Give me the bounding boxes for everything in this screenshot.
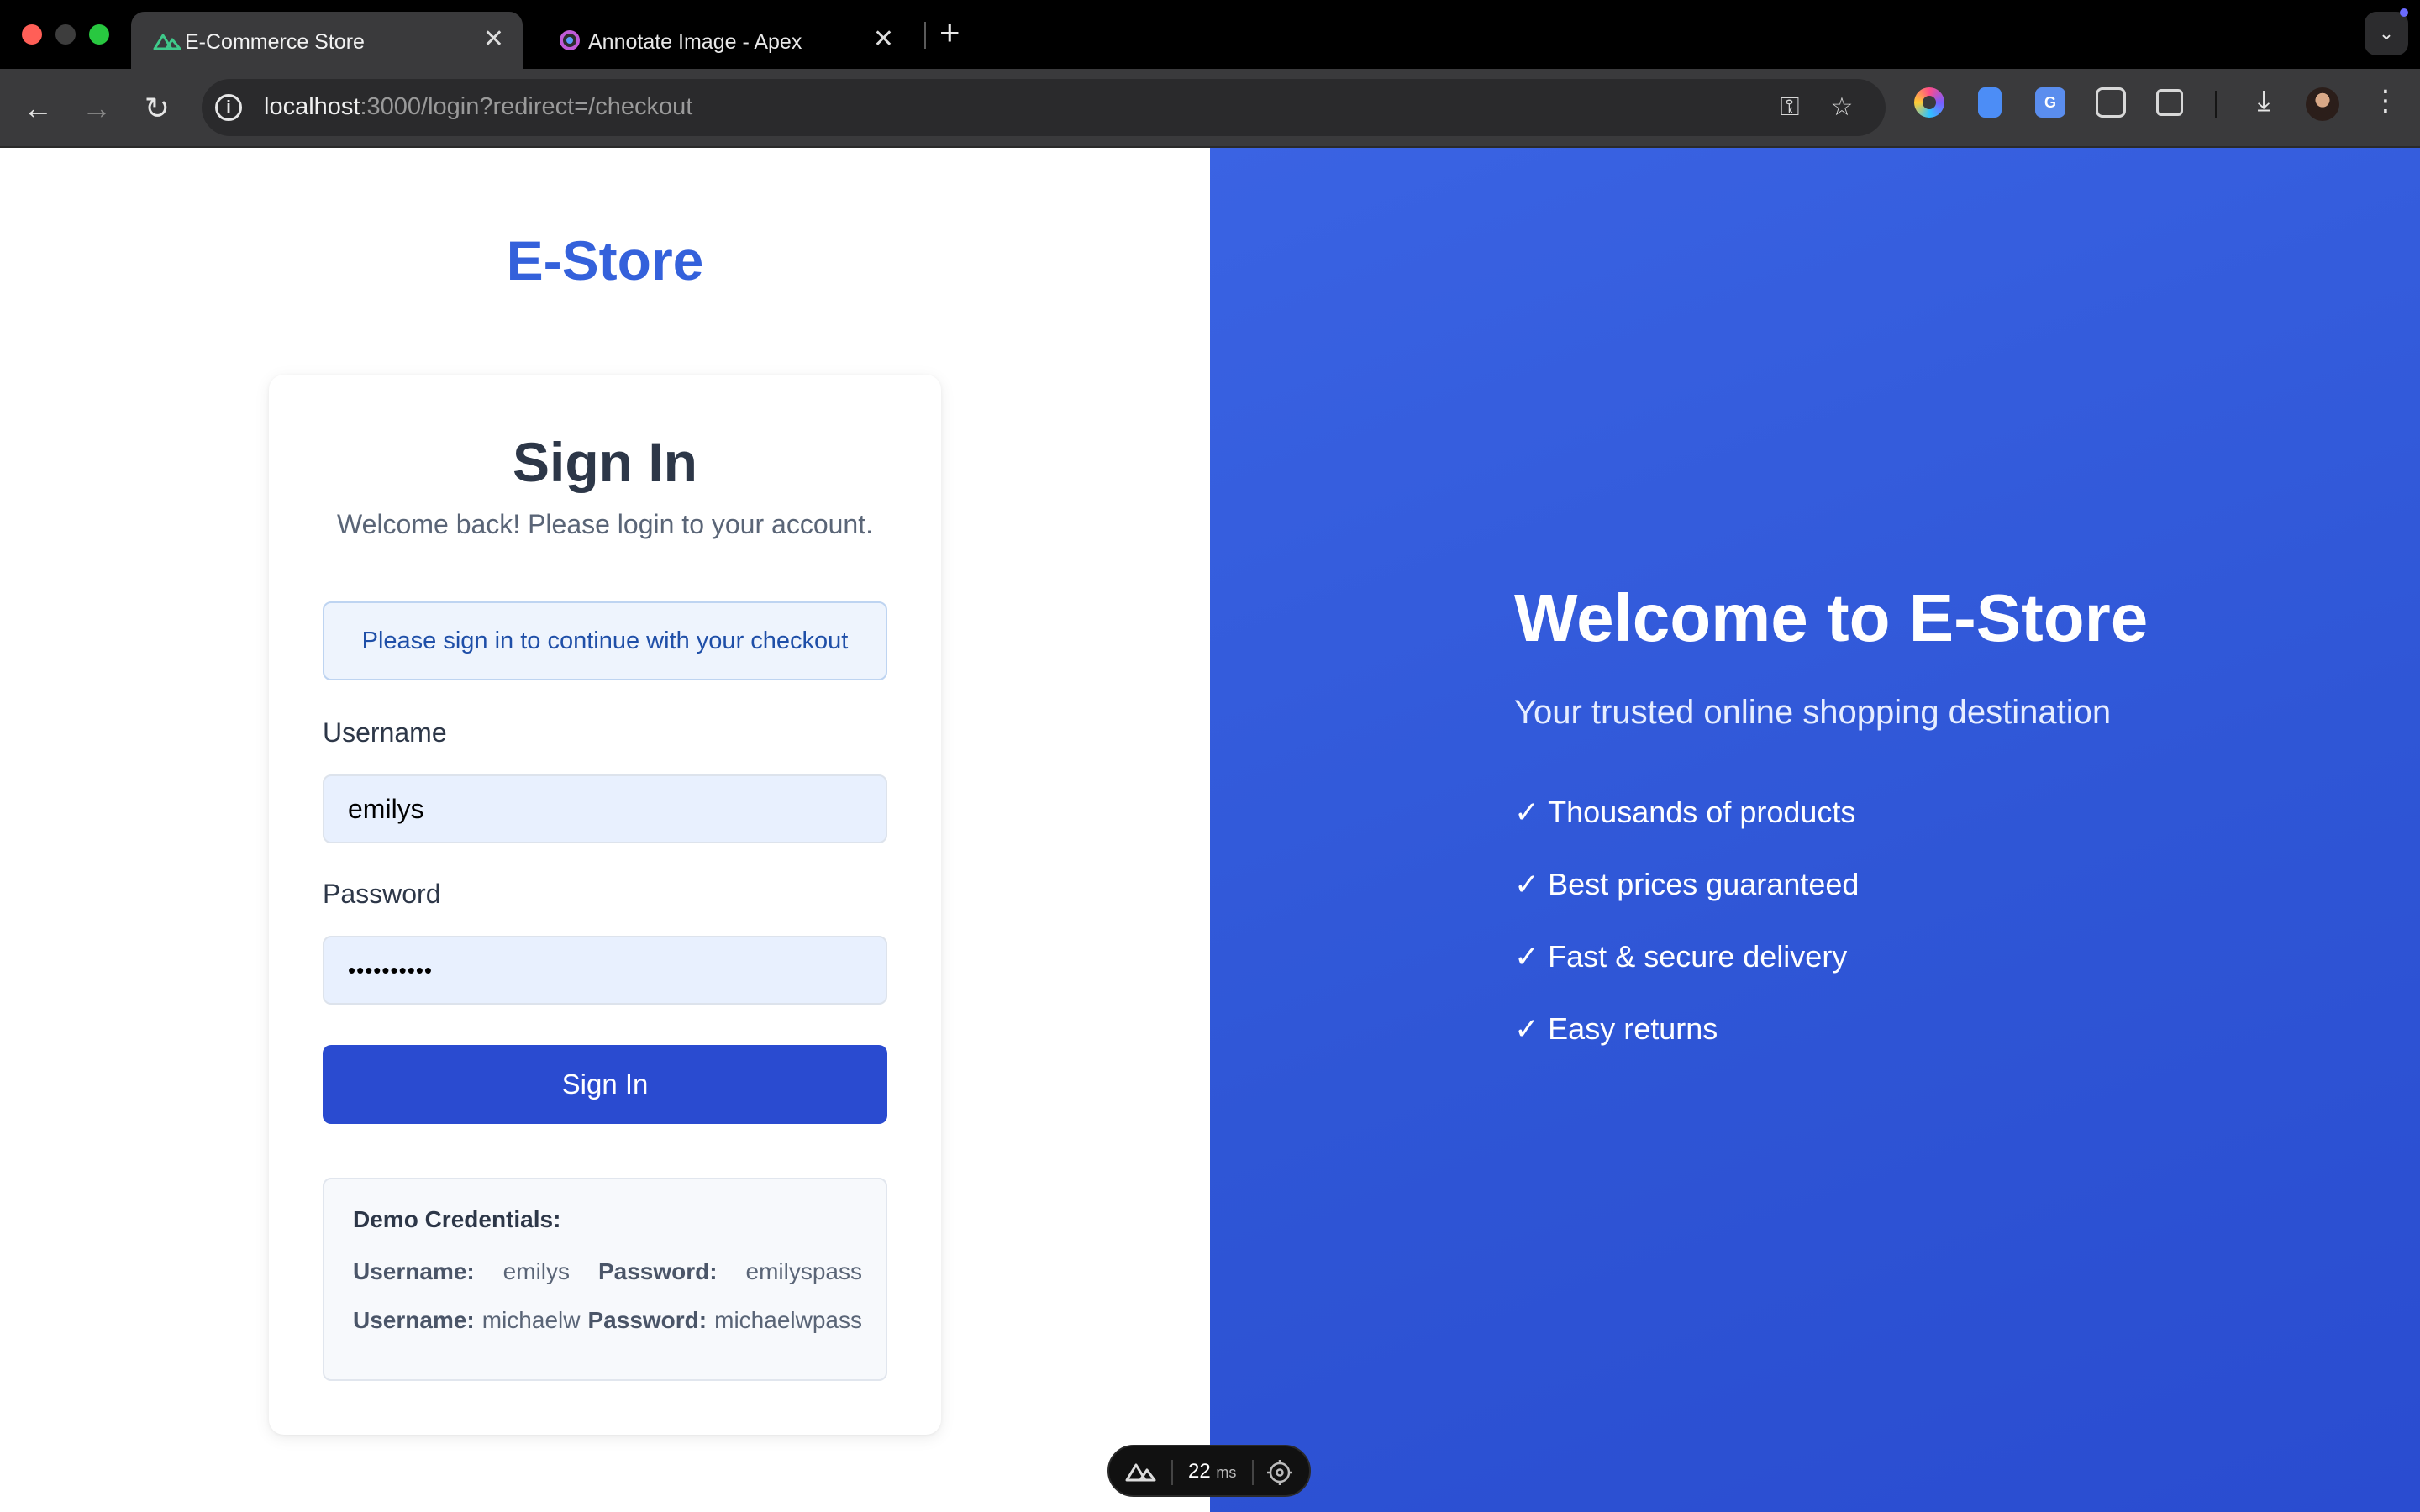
extension-screenshot-icon[interactable] [2096,87,2126,118]
back-arrow-icon[interactable]: ← [17,87,59,129]
browser-menu-icon[interactable]: ⋮ [2371,84,2400,118]
tab-title: E-Commerce Store [185,30,365,54]
close-window-button[interactable] [22,24,42,45]
password-key: Password: [587,1307,708,1333]
download-icon[interactable]: ⤓ [2247,84,2281,118]
extension-clipboard-icon[interactable] [1978,87,2002,118]
hero-title: Welcome to E-Store [1514,580,2149,655]
password-value: michaelwpass [714,1307,862,1333]
url-text[interactable]: localhost:3000/login?redirect=/checkout [264,93,692,121]
close-tab-icon[interactable]: ✕ [873,27,894,52]
hero-subtitle: Your trusted online shopping destination [1514,694,2112,731]
demo-credential-row: Username: emilys Password: emilyspass [353,1258,862,1285]
nuxt-logo-icon[interactable] [1124,1460,1158,1483]
username-key: Username: [353,1258,475,1284]
checkout-notice: Please sign in to continue with your che… [323,601,887,680]
feature-item: ✓ Thousands of products [1514,795,1856,829]
username-key: Username: [353,1307,475,1333]
new-tab-button[interactable]: + [939,13,960,52]
pill-separator [1252,1460,1254,1485]
bookmark-star-icon[interactable]: ☆ [1827,92,1857,123]
minimize-window-button[interactable] [55,24,76,45]
site-info-icon[interactable]: i [215,94,242,121]
signin-card: Sign In Welcome back! Please login to yo… [269,375,941,1435]
feature-item: ✓ Easy returns [1514,1011,1718,1046]
signin-button[interactable]: Sign In [323,1045,887,1124]
password-label: Password [323,879,441,909]
forward-arrow-icon[interactable]: → [76,87,118,129]
tab-separator [924,22,926,49]
browser-tab-bar: E-Commerce Store ✕ Annotate Image - Apex… [0,0,2420,69]
render-time: 22 ms [1188,1460,1237,1483]
nuxt-devtools-pill[interactable]: 22 ms [1107,1445,1311,1497]
reload-icon[interactable]: ↻ [136,87,178,129]
password-key-icon[interactable]: ⚿ [1775,92,1805,123]
address-bar[interactable]: i localhost:3000/login?redirect=/checkou… [202,79,1886,136]
username-value: michaelw [481,1307,581,1333]
checkmark-icon: ✓ [1514,867,1540,901]
checkmark-icon: ✓ [1514,1011,1540,1046]
toolbar-separator [2215,91,2217,118]
username-input[interactable]: emilys [323,774,887,843]
signin-subtitle: Welcome back! Please login to your accou… [337,509,873,539]
password-key: Password: [597,1258,718,1284]
password-value: emilyspass [745,1258,862,1284]
tab-search-chevron-icon[interactable]: ⌄ [2365,12,2408,55]
welcome-hero-panel: Welcome to E-Store Your trusted online s… [1210,148,2420,1512]
extension-color-icon[interactable] [1914,87,1944,118]
signin-title: Sign In [513,431,697,493]
close-tab-icon[interactable]: ✕ [483,27,504,52]
brand-logo-text[interactable]: E-Store [0,228,1210,292]
feature-item: ✓ Fast & secure delivery [1514,939,1848,974]
tab-annotate-image[interactable]: Annotate Image - Apex ✕ [534,12,913,69]
demo-credentials-box: Demo Credentials: Username: emilys Passw… [323,1178,887,1381]
extensions-puzzle-icon[interactable] [2156,89,2183,116]
demo-credentials-title: Demo Credentials: [353,1206,561,1232]
checkmark-icon: ✓ [1514,939,1540,974]
feature-item: ✓ Best prices guaranteed [1514,867,1860,901]
nuxt-icon [153,34,182,50]
notification-dot [2400,8,2408,17]
google-translate-icon[interactable]: G [2035,87,2065,118]
pill-separator [1171,1460,1173,1485]
demo-credential-row: Username: michaelw Password: michaelwpas… [353,1307,862,1334]
tab-e-commerce-store[interactable]: E-Commerce Store ✕ [131,12,523,69]
password-input[interactable]: •••••••••• [323,936,887,1005]
login-panel: E-Store Sign In Welcome back! Please log… [0,148,1210,1512]
checkmark-icon: ✓ [1514,795,1540,829]
username-value: emilys [502,1258,571,1284]
apex-icon [560,30,580,50]
maximize-window-button[interactable] [89,24,109,45]
tab-title: Annotate Image - Apex [588,30,802,54]
inspect-target-icon[interactable] [1265,1458,1294,1487]
username-label: Username [323,717,447,748]
profile-avatar[interactable] [2306,87,2339,121]
